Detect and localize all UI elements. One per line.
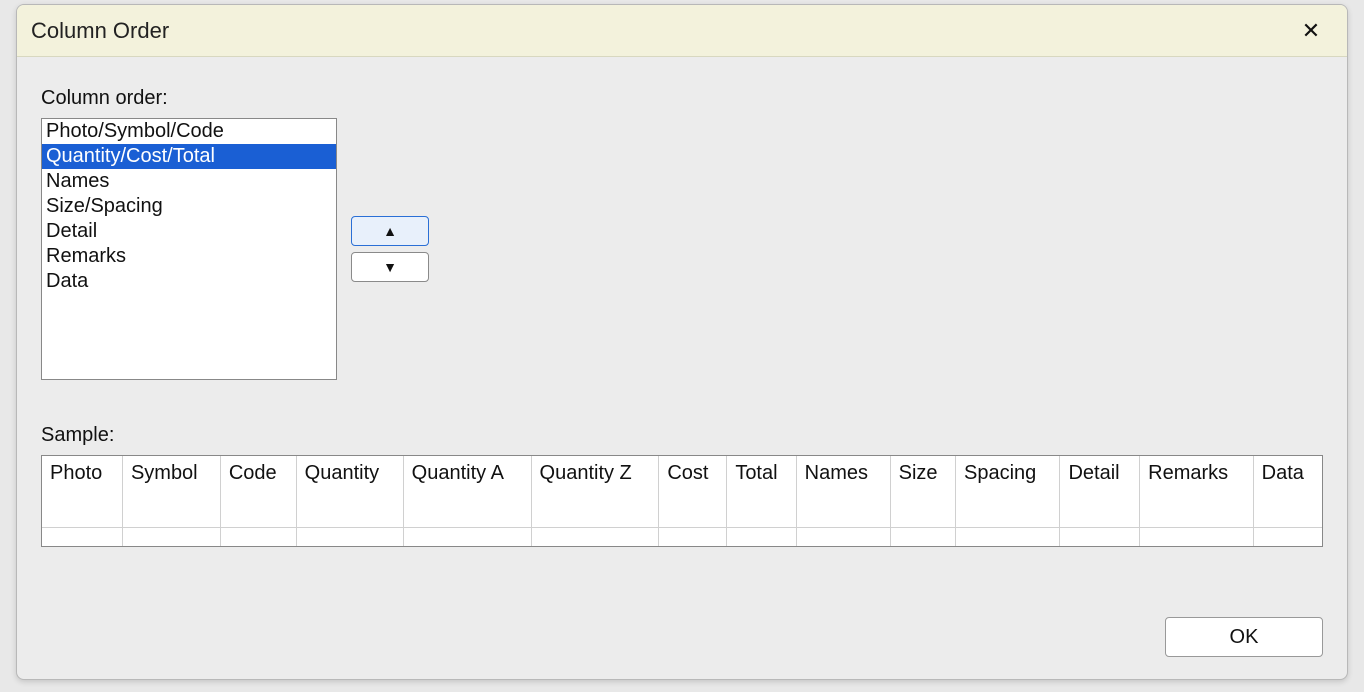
sample-header-row: PhotoSymbolCodeQuantityQuantity AQuantit… bbox=[42, 456, 1322, 528]
dialog-content: Column order: Photo/Symbol/CodeQuantity/… bbox=[17, 57, 1347, 679]
list-item[interactable]: Remarks bbox=[42, 244, 336, 269]
close-button[interactable]: ✕ bbox=[1295, 15, 1327, 47]
dialog-footer: OK bbox=[1165, 617, 1323, 657]
sample-header-cell: Size bbox=[890, 456, 955, 528]
sample-header-cell: Quantity bbox=[296, 456, 403, 528]
sample-header-cell: Cost bbox=[659, 456, 727, 528]
sample-body-cell bbox=[42, 528, 122, 546]
list-item[interactable]: Size/Spacing bbox=[42, 194, 336, 219]
column-order-dialog: Column Order ✕ Column order: Photo/Symbo… bbox=[16, 4, 1348, 680]
sample-section: Sample: PhotoSymbolCodeQuantityQuantity … bbox=[41, 424, 1323, 547]
sample-table-wrap: PhotoSymbolCodeQuantityQuantity AQuantit… bbox=[41, 455, 1323, 547]
sample-body-cell bbox=[956, 528, 1060, 546]
triangle-down-icon: ▼ bbox=[383, 259, 397, 275]
sample-header-cell: Names bbox=[796, 456, 890, 528]
sample-body-cell bbox=[796, 528, 890, 546]
sample-body-cell bbox=[220, 528, 296, 546]
column-order-listbox[interactable]: Photo/Symbol/CodeQuantity/Cost/TotalName… bbox=[41, 118, 337, 380]
list-item[interactable]: Photo/Symbol/Code bbox=[42, 119, 336, 144]
sample-header-cell: Code bbox=[220, 456, 296, 528]
sample-header-cell: Quantity Z bbox=[531, 456, 659, 528]
list-item[interactable]: Names bbox=[42, 169, 336, 194]
order-row: Photo/Symbol/CodeQuantity/Cost/TotalName… bbox=[41, 118, 1323, 380]
move-up-button[interactable]: ▲ bbox=[351, 216, 429, 246]
sample-body-cell bbox=[531, 528, 659, 546]
sample-header-cell: Detail bbox=[1060, 456, 1140, 528]
move-down-button[interactable]: ▼ bbox=[351, 252, 429, 282]
sample-body-cell bbox=[1060, 528, 1140, 546]
sample-header-cell: Quantity A bbox=[403, 456, 531, 528]
sample-header-cell: Total bbox=[727, 456, 796, 528]
list-item[interactable]: Data bbox=[42, 269, 336, 294]
titlebar: Column Order ✕ bbox=[17, 5, 1347, 57]
dialog-title: Column Order bbox=[31, 18, 169, 44]
sample-label: Sample: bbox=[41, 424, 1323, 447]
sample-body-cell bbox=[890, 528, 955, 546]
sample-body-cell bbox=[659, 528, 727, 546]
list-item[interactable]: Quantity/Cost/Total bbox=[42, 144, 336, 169]
column-order-label: Column order: bbox=[41, 87, 1323, 110]
sample-header-cell: Data bbox=[1253, 456, 1322, 528]
sample-body-cell bbox=[1253, 528, 1322, 546]
sample-body-cell bbox=[296, 528, 403, 546]
sample-body-row bbox=[42, 528, 1322, 546]
sample-body-cell bbox=[403, 528, 531, 546]
sample-header-cell: Remarks bbox=[1140, 456, 1253, 528]
ok-button[interactable]: OK bbox=[1165, 617, 1323, 657]
close-icon: ✕ bbox=[1302, 18, 1320, 44]
sample-body-cell bbox=[122, 528, 220, 546]
arrow-column: ▲ ▼ bbox=[351, 216, 429, 282]
list-item[interactable]: Detail bbox=[42, 219, 336, 244]
sample-header-cell: Symbol bbox=[122, 456, 220, 528]
sample-body-cell bbox=[1140, 528, 1253, 546]
sample-header-cell: Photo bbox=[42, 456, 122, 528]
sample-header-cell: Spacing bbox=[956, 456, 1060, 528]
sample-body-cell bbox=[727, 528, 796, 546]
triangle-up-icon: ▲ bbox=[383, 223, 397, 239]
sample-table: PhotoSymbolCodeQuantityQuantity AQuantit… bbox=[42, 456, 1322, 546]
